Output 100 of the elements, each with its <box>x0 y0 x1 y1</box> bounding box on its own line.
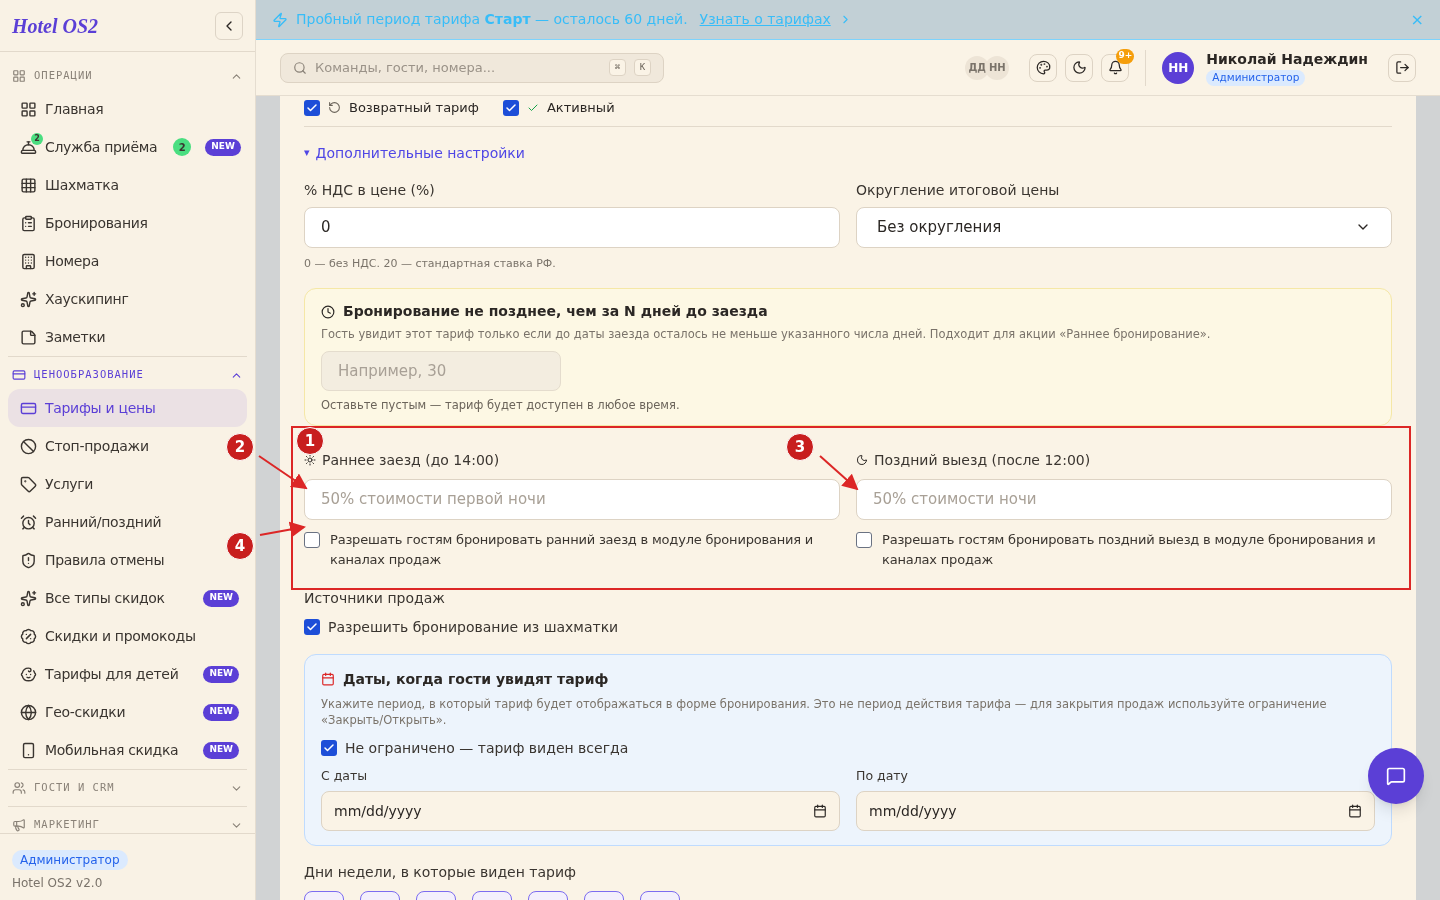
nav-label: Тарифы для детей <box>45 664 179 684</box>
section-header[interactable]: ЦЕНООБРАЗОВАНИЕ <box>8 364 247 386</box>
bell-icon <box>1107 60 1123 75</box>
app-logo: Hotel OS2 <box>12 13 99 39</box>
nav-label: Шахматка <box>45 175 119 195</box>
checkbox[interactable] <box>304 99 320 116</box>
vat-input[interactable]: 0 <box>304 206 840 248</box>
checkbox[interactable] <box>321 740 337 756</box>
field-hint: 0 — без НДС. 20 — стандартная ставка РФ. <box>304 255 557 272</box>
section-icon <box>12 781 26 795</box>
nav-label: Скидки и промокоды <box>45 626 196 646</box>
nav-item[interactable]: Тарифы для детей NEW <box>8 655 247 693</box>
section-icon <box>12 69 26 83</box>
nav-item[interactable]: Услуги <box>8 465 102 503</box>
rounding-select[interactable]: Без округления <box>856 206 1392 248</box>
collapse-button[interactable] <box>215 11 243 40</box>
nav-icon <box>20 703 37 721</box>
advanced-toggle[interactable]: ▾ Дополнительные настройки <box>304 142 525 164</box>
moon-icon <box>856 454 868 466</box>
search-field[interactable]: Команды, гости, номера... ⌘ K <box>280 52 664 83</box>
icon-badge: 2 <box>31 132 43 145</box>
nav-icon <box>20 627 37 645</box>
nav-item[interactable]: Все типы скидок NEW <box>8 579 247 617</box>
nav-item[interactable]: Заметки <box>8 318 114 356</box>
nav-label: Правила отмены <box>45 550 165 570</box>
search-icon <box>293 60 307 75</box>
nav-item[interactable]: Мобильная скидка NEW <box>8 731 247 769</box>
moon-icon <box>1071 60 1087 75</box>
section-header[interactable]: МАРКЕТИНГ <box>8 814 247 833</box>
checkbox[interactable] <box>502 99 519 116</box>
nav-label: Ранний/поздний <box>45 512 162 532</box>
panel-description: Укажите период, в который тариф будет отображаться в форме бронирования. Это не период действия тарифа — для закрытия продаж используйте ограничение «Закрыть/Открыть». <box>321 695 1328 728</box>
user-avatar[interactable]: НН <box>1162 51 1195 84</box>
section-header[interactable]: ГОСТИ И CRM <box>8 777 247 799</box>
logout-button[interactable] <box>1388 53 1416 82</box>
new-badge: NEW <box>203 589 239 607</box>
version-text: Hotel OS2 v2.0 <box>12 875 103 892</box>
date-input[interactable]: mm/dd/yyyy <box>321 791 840 832</box>
field-label: Округление итоговой цены <box>856 180 1061 200</box>
nav-item[interactable]: Главная <box>8 90 112 128</box>
palette-icon <box>1035 60 1051 75</box>
annotation-arrow <box>819 455 859 491</box>
checkbox-label: Активный <box>546 99 615 117</box>
panel-title: Даты, когда гости увидят тариф <box>343 669 609 689</box>
checkbox-label: Возвратный тариф <box>349 99 479 117</box>
checkbox-label: Разрешить бронирование из шахматки <box>328 617 619 637</box>
nav-icon <box>20 328 37 346</box>
nav-icon <box>20 437 37 455</box>
dark-mode-button[interactable] <box>1065 53 1094 82</box>
nav-label: Услуги <box>45 474 94 494</box>
search-placeholder: Команды, гости, номера... <box>315 58 497 77</box>
nav-label: Гео-скидки <box>45 702 126 722</box>
clock-icon <box>321 304 335 319</box>
new-badge: NEW <box>203 703 239 721</box>
lightning-icon <box>272 11 288 28</box>
section-header[interactable]: ОПЕРАЦИИ <box>8 65 247 87</box>
nav-item[interactable]: Стоп-продажи <box>8 427 157 465</box>
section-icon <box>12 818 26 832</box>
section-title: Источники продаж <box>304 588 446 608</box>
date-input[interactable]: mm/dd/yyyy <box>856 791 1375 832</box>
nav-label: Заметки <box>45 327 106 347</box>
annotation-arrow <box>258 455 308 490</box>
checkmark-icon <box>306 101 318 114</box>
checkbox-label: Разрешать гостям бронировать ранний заезд в модуле бронирования и каналах продаж <box>330 530 815 569</box>
checkbox[interactable] <box>856 531 872 548</box>
field-label: Раннее заезд (до 14:00) <box>322 450 500 470</box>
nav-icon <box>20 252 37 270</box>
banner-text: Пробный период тарифа Старт — осталось 60 дней. <box>296 10 688 29</box>
nav-item[interactable]: Хаускипинг <box>8 280 137 318</box>
section-icon <box>12 368 26 382</box>
nav-icon <box>20 475 37 493</box>
field-hint: Оставьте пустым — тариф будет доступен в любое время. <box>321 397 681 415</box>
nav-item[interactable]: Тарифы и цены <box>8 389 247 427</box>
nav-item[interactable]: Бронирования <box>8 204 156 242</box>
annotation-arrow <box>259 521 306 538</box>
nav-item[interactable]: Правила отмены <box>8 541 173 579</box>
logout-icon <box>1394 60 1410 75</box>
nav-item[interactable]: Скидки и промокоды <box>8 617 204 655</box>
nav-item[interactable]: Ранний/поздний <box>8 503 170 541</box>
calendar-icon <box>321 672 335 686</box>
chat-icon <box>1386 766 1406 786</box>
nav-item[interactable]: Номера <box>8 242 107 280</box>
nav-icon <box>20 290 37 308</box>
nav-item[interactable]: Шахматка <box>8 166 127 204</box>
nav-item[interactable]: 2 Служба приёма 2 NEW <box>8 128 247 166</box>
field-label: По дату <box>856 766 909 785</box>
nav-icon <box>20 214 37 232</box>
nav-label: Хаускипинг <box>45 289 129 309</box>
checkmark-icon <box>504 101 517 114</box>
checkbox[interactable] <box>304 531 320 548</box>
field-label: % НДС в цене (%) <box>304 180 436 200</box>
checkmark-icon <box>323 742 335 754</box>
checkbox[interactable] <box>304 619 320 635</box>
new-badge: NEW <box>203 665 239 683</box>
nav-item[interactable]: Гео-скидки NEW <box>8 693 247 731</box>
theme-button[interactable] <box>1029 53 1058 82</box>
nav-icon <box>20 176 37 194</box>
nav-label: Стоп-продажи <box>45 436 149 456</box>
new-badge: NEW <box>203 741 239 759</box>
nav-label: Бронирования <box>45 213 148 233</box>
